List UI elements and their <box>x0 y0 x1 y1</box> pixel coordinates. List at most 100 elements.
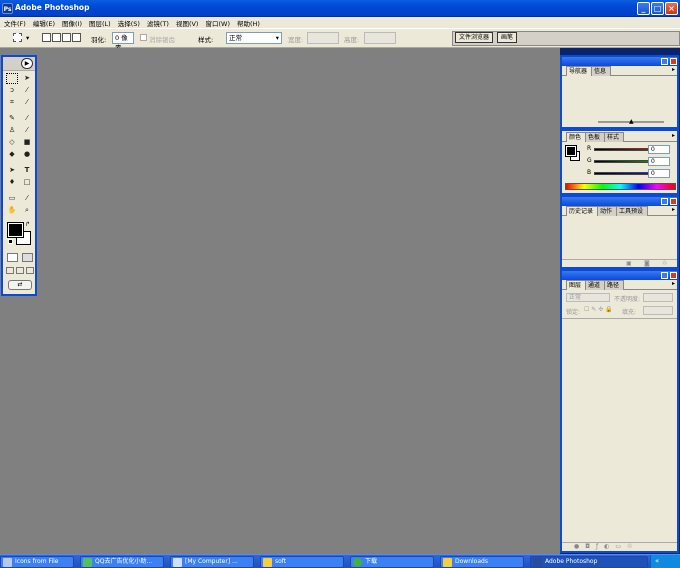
menu-window[interactable]: 窗口(W) <box>205 18 230 28</box>
menu-select[interactable]: 选择(S) <box>118 18 140 28</box>
zoom-tool-icon[interactable]: ⌕ <box>21 205 33 216</box>
foreground-color-icon[interactable] <box>565 145 577 157</box>
tab-tool-presets[interactable]: 工具预设 <box>616 206 649 216</box>
tab-navigator[interactable]: 导航器 <box>566 66 593 76</box>
gradient-tool-icon[interactable]: ■ <box>21 137 33 148</box>
move-tool-icon[interactable]: ➤ <box>21 73 33 84</box>
layers-footer-icons[interactable]: ●◘ƒ◐▭♲ <box>562 542 677 551</box>
tab-channels[interactable]: 通道 <box>585 280 606 290</box>
dodge-tool-icon[interactable]: ● <box>21 149 33 160</box>
swap-colors-icon[interactable]: ↱ <box>25 221 30 228</box>
maximize-button[interactable]: □ <box>651 2 664 15</box>
slice-tool-icon[interactable]: ⁄ <box>21 97 33 108</box>
close-button[interactable]: × <box>665 2 678 15</box>
brushes-tab[interactable]: 画笔 <box>497 32 518 43</box>
opacity-input[interactable] <box>643 293 673 302</box>
adobe-online-icon[interactable]: ▶ <box>21 58 33 69</box>
taskbar-item-active[interactable]: Adobe Photoshop <box>530 556 648 568</box>
menu-image[interactable]: 图像(I) <box>62 18 82 28</box>
menu-filter[interactable]: 滤镜(T) <box>147 18 169 28</box>
green-value[interactable]: 0 <box>648 157 670 166</box>
foreground-color-swatch[interactable] <box>7 222 24 238</box>
preset-dropdown-icon[interactable]: ▾ <box>26 34 29 42</box>
default-colors-icon[interactable] <box>8 239 13 244</box>
panel-menu-arrow-icon[interactable]: ▸ <box>672 132 675 139</box>
taskbar-item[interactable]: QQ去广告优化小助... <box>80 556 164 568</box>
crop-tool-icon[interactable]: ⌗ <box>6 97 18 108</box>
tab-color[interactable]: 颜色 <box>566 132 587 142</box>
taskbar-item[interactable]: [My Computer] ... <box>170 556 254 568</box>
lock-icons[interactable]: ☐ ✎ ✣ 🔒 <box>584 306 613 313</box>
eraser-tool-icon[interactable]: ◇ <box>6 137 18 148</box>
intersect-selection-icon[interactable] <box>72 33 81 42</box>
notes-tool-icon[interactable]: ▭ <box>6 193 18 204</box>
minimize-panel-icon[interactable] <box>661 198 668 205</box>
menu-layer[interactable]: 图层(L) <box>89 18 111 28</box>
brush-tool-icon[interactable]: ⁄ <box>21 113 33 124</box>
blend-mode-select[interactable]: 正常 <box>566 293 610 302</box>
magic-wand-icon[interactable]: ⁄ <box>21 85 33 96</box>
shape-tool-icon[interactable]: □ <box>21 177 33 188</box>
menu-help[interactable]: 帮助(H) <box>237 18 260 28</box>
fill-input[interactable] <box>643 306 673 315</box>
tray-arrow-icon[interactable]: « <box>655 557 659 565</box>
new-document-icon[interactable]: ▣ <box>626 260 632 267</box>
path-selection-icon[interactable]: ➤ <box>6 165 18 176</box>
minimize-panel-icon[interactable] <box>661 272 668 279</box>
jump-to-imageready-icon[interactable]: ⇄ <box>8 280 32 290</box>
marquee-tool-preset-icon[interactable] <box>13 33 22 42</box>
quick-mask-icon[interactable] <box>22 253 33 262</box>
taskbar-item[interactable]: Downloads <box>440 556 524 568</box>
red-value[interactable]: 0 <box>648 145 670 154</box>
tab-layers[interactable]: 图层 <box>566 280 587 290</box>
full-screen-icon[interactable] <box>26 267 34 274</box>
feather-input[interactable]: 0 像素 <box>112 32 134 52</box>
snapshot-icon[interactable]: ◙ <box>644 260 650 267</box>
menu-edit[interactable]: 编辑(E) <box>33 18 55 28</box>
blue-value[interactable]: 0 <box>648 169 670 178</box>
menu-file[interactable]: 文件(F) <box>4 18 26 28</box>
color-spectrum-bar[interactable] <box>565 183 676 190</box>
close-panel-icon[interactable] <box>670 58 677 65</box>
panel-menu-arrow-icon[interactable]: ▸ <box>672 206 675 213</box>
taskbar-item[interactable]: 下载 <box>350 556 434 568</box>
full-screen-menu-icon[interactable] <box>16 267 24 274</box>
subtract-selection-icon[interactable] <box>62 33 71 42</box>
tab-actions[interactable]: 动作 <box>597 206 618 216</box>
tab-styles[interactable]: 样式 <box>604 132 625 142</box>
workspace-canvas[interactable] <box>0 48 560 554</box>
new-selection-icon[interactable] <box>42 33 51 42</box>
tab-history[interactable]: 历史记录 <box>566 206 599 216</box>
file-browser-tab[interactable]: 文件浏览器 <box>455 32 494 43</box>
minimize-panel-icon[interactable] <box>661 58 668 65</box>
menu-view[interactable]: 视图(V) <box>176 18 199 28</box>
hand-tool-icon[interactable]: ✋ <box>6 205 18 216</box>
tab-info[interactable]: 信息 <box>591 66 612 76</box>
lasso-tool-icon[interactable]: ↄ <box>6 85 18 96</box>
standard-screen-icon[interactable] <box>6 267 14 274</box>
system-tray[interactable]: « <box>650 555 680 568</box>
eyedropper-icon[interactable]: ⁄ <box>21 193 33 204</box>
close-panel-icon[interactable] <box>670 272 677 279</box>
tab-swatches[interactable]: 色板 <box>585 132 606 142</box>
blur-tool-icon[interactable]: ◆ <box>6 149 18 160</box>
zoom-slider-thumb-icon[interactable]: ▲ <box>629 118 634 125</box>
history-brush-icon[interactable]: ⁄ <box>21 125 33 136</box>
marquee-tool-icon[interactable] <box>6 73 18 84</box>
minimize-button[interactable]: _ <box>637 2 650 15</box>
panel-menu-arrow-icon[interactable]: ▸ <box>672 66 675 73</box>
pen-tool-icon[interactable]: ♦ <box>6 177 18 188</box>
panel-menu-arrow-icon[interactable]: ▸ <box>672 280 675 287</box>
width-input[interactable] <box>307 32 339 44</box>
toolbox-header[interactable]: ▶ <box>3 57 35 71</box>
height-input[interactable] <box>364 32 396 44</box>
type-tool-icon[interactable]: T <box>21 165 33 176</box>
trash-icon[interactable]: ♲ <box>662 260 667 267</box>
taskbar-item[interactable]: soft <box>260 556 344 568</box>
add-selection-icon[interactable] <box>52 33 61 42</box>
clone-stamp-icon[interactable]: ♙ <box>6 125 18 136</box>
antialias-checkbox[interactable] <box>140 34 147 41</box>
close-panel-icon[interactable] <box>670 198 677 205</box>
style-select[interactable]: 正常 ▾ <box>226 32 282 44</box>
standard-mode-icon[interactable] <box>7 253 18 262</box>
